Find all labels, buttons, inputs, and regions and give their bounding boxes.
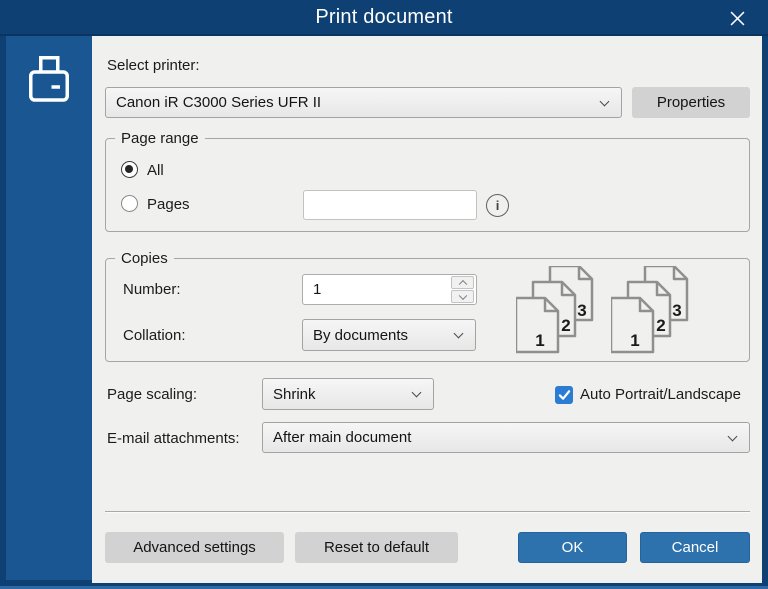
spinner-down-button[interactable] [451,290,474,303]
radio-all-label[interactable]: All [147,162,164,179]
chevron-down-icon [411,387,422,398]
page-stack-icon: 3 2 1 [516,266,594,354]
printer-icon [29,56,69,102]
checkmark-icon [558,390,570,400]
print-dialog: Print document Select printer: Canon iR … [0,0,768,589]
select-printer-label: Select printer: [107,57,200,74]
collation-select-value: By documents [313,326,409,344]
ok-button[interactable]: OK [518,532,627,563]
email-attachments-label: E-mail attachments: [107,430,240,447]
footer-separator [105,511,750,512]
auto-orientation-label[interactable]: Auto Portrait/Landscape [580,386,741,403]
dialog-title: Print document [315,5,453,28]
copies-number-label: Number: [123,281,181,298]
info-icon[interactable]: i [486,194,509,217]
pages-input[interactable] [303,190,477,220]
printer-select-value: Canon iR C3000 Series UFR II [116,94,322,111]
chevron-down-icon [727,431,738,441]
reset-to-default-button[interactable]: Reset to default [295,532,458,563]
copies-spinner [451,276,474,303]
page-scaling-select[interactable]: Shrink [262,378,434,410]
page-scaling-label: Page scaling: [107,386,198,403]
stack-page-number: 2 [656,316,665,335]
properties-button-label: Properties [656,94,726,111]
chevron-down-icon [458,291,467,300]
content-panel: Select printer: Canon iR C3000 Series UF… [92,36,762,583]
page-scaling-select-value: Shrink [273,385,316,403]
page-range-legend: Page range [121,130,199,147]
ok-button-label: OK [561,539,584,556]
stack-page-number: 1 [535,331,544,350]
stack-page-number: 1 [630,331,639,350]
radio-pages[interactable] [121,195,138,212]
page-stack-icon: 3 2 1 [611,266,689,354]
radio-pages-label[interactable]: Pages [147,196,190,213]
titlebar[interactable]: Print document [0,0,768,36]
radio-all[interactable] [121,161,138,178]
cancel-button-label: Cancel [671,539,719,556]
advanced-settings-button[interactable]: Advanced settings [105,532,284,563]
stack-page-number: 3 [577,301,586,320]
email-attachments-select-value: After main document [273,429,412,446]
printer-select[interactable]: Canon iR C3000 Series UFR II [105,87,622,118]
sidebar [6,36,92,580]
dialog-body: Select printer: Canon iR C3000 Series UF… [0,36,768,589]
chevron-down-icon [599,96,610,106]
advanced-settings-label: Advanced settings [133,539,256,556]
close-icon [730,11,744,25]
collation-illustration: 3 2 1 3 2 1 [516,266,691,354]
copies-legend: Copies [121,250,168,267]
reset-to-default-label: Reset to default [323,539,430,556]
close-button[interactable] [720,5,754,31]
email-attachments-select[interactable]: After main document [262,422,750,453]
stack-page-number: 3 [672,301,681,320]
collation-select[interactable]: By documents [302,319,476,351]
info-icon-glyph: i [495,198,500,213]
stack-page-number: 2 [561,316,570,335]
spinner-up-button[interactable] [451,276,474,289]
chevron-down-icon [453,328,464,339]
chevron-up-icon [458,279,467,288]
properties-button[interactable]: Properties [632,87,750,118]
collation-label: Collation: [123,327,186,344]
cancel-button[interactable]: Cancel [640,532,750,563]
auto-orientation-checkbox[interactable] [555,386,573,404]
